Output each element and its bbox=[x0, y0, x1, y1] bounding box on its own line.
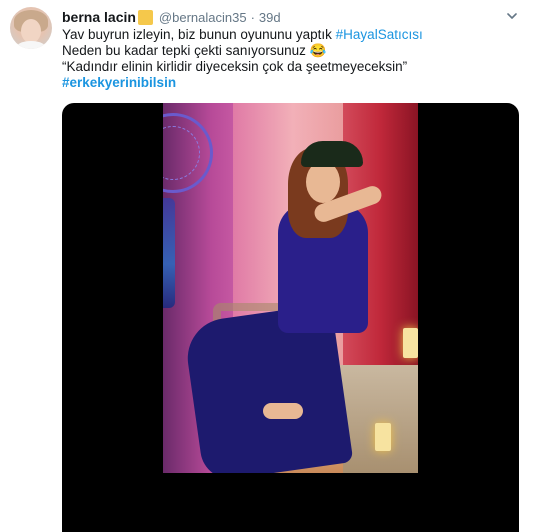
user-handle[interactable]: @bernalacin35 bbox=[159, 10, 247, 25]
display-name[interactable]: berna lacin bbox=[62, 9, 136, 25]
tweet-line-3: “Kadındır elinin kirlidir diyeceksin çok… bbox=[62, 59, 408, 74]
performer-shoes bbox=[263, 403, 303, 419]
hashtag-link-bold[interactable]: #erkekyerinibilsin bbox=[62, 75, 522, 91]
performer-face bbox=[306, 161, 340, 203]
tweet-line-1: Yav buyrun izleyin, biz bunun oyununu ya… bbox=[62, 27, 522, 43]
timestamp[interactable]: 39d bbox=[259, 10, 281, 25]
avatar[interactable] bbox=[10, 7, 52, 49]
tweet-header: berna lacin @bernalacin35 · 39d bbox=[62, 8, 281, 26]
avatar-body bbox=[16, 41, 46, 49]
separator-dot: · bbox=[250, 9, 255, 25]
candle bbox=[375, 423, 391, 451]
avatar-face bbox=[21, 19, 41, 43]
tweet-line-1-text: Yav buyrun izleyin, biz bunun oyununu ya… bbox=[62, 27, 336, 42]
performer-hat bbox=[301, 141, 363, 167]
tweet-line-2: Neden bu kadar tepki çekti sanıyorsunuz … bbox=[62, 43, 327, 58]
dreamcatcher-web bbox=[163, 126, 200, 180]
badge-icon bbox=[137, 9, 153, 25]
hashtag-link[interactable]: #HayalSatıcısı bbox=[336, 27, 423, 42]
tweet-text: Yav buyrun izleyin, biz bunun oyununu ya… bbox=[62, 27, 522, 91]
chevron-down-icon[interactable] bbox=[506, 10, 518, 22]
video-player[interactable] bbox=[62, 103, 519, 532]
dreamcatcher-feathers bbox=[163, 198, 175, 308]
video-frame bbox=[163, 103, 418, 473]
tweet[interactable]: berna lacin @bernalacin35 · 39d Yav buyr… bbox=[0, 0, 534, 532]
candle bbox=[403, 328, 418, 358]
